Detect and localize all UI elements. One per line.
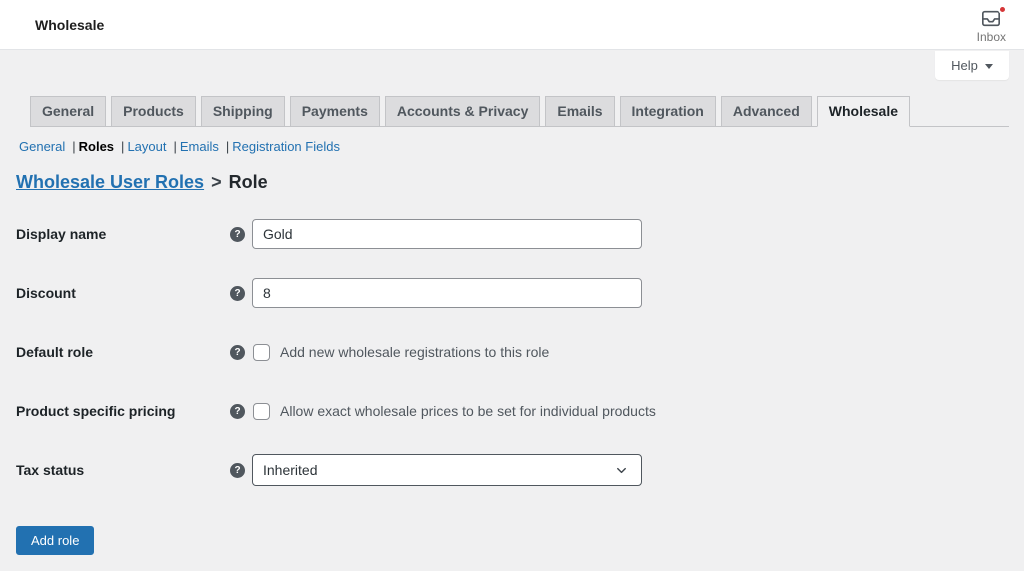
- form-row-product-specific-pricing: Product specific pricing Allow exact who…: [16, 396, 1024, 426]
- add-role-button[interactable]: Add role: [16, 526, 95, 555]
- breadcrumb-link-wholesale-user-roles[interactable]: Wholesale User Roles: [16, 172, 204, 192]
- subnav-separator: |: [173, 139, 177, 154]
- default-role-checkbox[interactable]: [253, 343, 270, 361]
- help-label: Help: [951, 58, 978, 73]
- tax-status-label: Tax status: [16, 462, 85, 478]
- default-role-checkbox-label[interactable]: Add new wholesale registrations to this …: [280, 344, 549, 360]
- display-name-label: Display name: [16, 226, 107, 242]
- tax-status-selected-value: Inherited: [263, 462, 318, 478]
- inbox-label: Inbox: [976, 30, 1006, 44]
- default-role-label: Default role: [16, 344, 94, 360]
- tab-advanced[interactable]: Advanced: [720, 96, 812, 127]
- chevron-down-icon: [617, 467, 626, 473]
- page-title: Wholesale: [35, 16, 105, 33]
- product-specific-pricing-label: Product specific pricing: [16, 403, 176, 419]
- tab-wholesale[interactable]: Wholesale: [816, 96, 911, 127]
- tab-general[interactable]: General: [30, 96, 107, 127]
- subnav-item-layout[interactable]: Layout: [127, 139, 166, 154]
- form-row-tax-status: Tax status Inherited: [16, 454, 1024, 486]
- discount-input[interactable]: [252, 278, 642, 308]
- subnav-separator: |: [225, 139, 230, 154]
- settings-tabs: General Products Shipping Payments Accou…: [30, 96, 1009, 127]
- help-icon[interactable]: [230, 344, 245, 360]
- role-form: Display name Discount Default role Add n…: [16, 219, 1024, 555]
- inbox-button[interactable]: Inbox: [976, 5, 1008, 44]
- help-icon[interactable]: [230, 226, 245, 242]
- wholesale-settings-page: Wholesale Inbox Help General Products Sh…: [0, 0, 1024, 555]
- form-row-discount: Discount: [16, 278, 1024, 308]
- subnav-item-registration-fields[interactable]: Registration Fields: [232, 139, 340, 154]
- tab-emails[interactable]: Emails: [545, 96, 615, 127]
- help-icon[interactable]: [230, 403, 245, 419]
- wholesale-subnav: General | Roles | Layout | Emails | Registration…: [0, 127, 1024, 154]
- chevron-down-icon: [984, 63, 993, 69]
- subnav-item-emails[interactable]: Emails: [180, 139, 219, 154]
- subnav-separator: |: [121, 139, 125, 154]
- form-row-display-name: Display name: [16, 219, 1024, 249]
- tab-payments[interactable]: Payments: [289, 96, 380, 127]
- inbox-icon: [980, 5, 1008, 28]
- discount-label: Discount: [16, 285, 76, 301]
- subnav-item-roles[interactable]: Roles: [79, 139, 114, 154]
- breadcrumb-separator: >: [211, 172, 222, 192]
- subnav-item-general[interactable]: General: [19, 139, 65, 154]
- product-specific-pricing-checkbox-label[interactable]: Allow exact wholesale prices to be set f…: [280, 403, 656, 419]
- tab-shipping[interactable]: Shipping: [200, 96, 285, 127]
- help-icon[interactable]: [230, 285, 245, 301]
- tab-integration[interactable]: Integration: [619, 96, 716, 127]
- subnav-separator: |: [72, 139, 76, 154]
- help-button[interactable]: Help: [935, 51, 1009, 80]
- notification-dot-icon: [998, 5, 1008, 14]
- tax-status-select[interactable]: Inherited: [252, 454, 642, 486]
- display-name-input[interactable]: [252, 219, 642, 249]
- top-bar: Wholesale Inbox: [0, 0, 1024, 50]
- tab-accounts-privacy[interactable]: Accounts & Privacy: [384, 96, 541, 127]
- product-specific-pricing-checkbox[interactable]: [253, 402, 270, 420]
- tab-products[interactable]: Products: [111, 96, 196, 127]
- help-icon[interactable]: [230, 462, 245, 478]
- form-row-default-role: Default role Add new wholesale registrat…: [16, 337, 1024, 367]
- breadcrumb: Wholesale User Roles > Role: [16, 172, 1024, 193]
- breadcrumb-current: Role: [228, 172, 268, 192]
